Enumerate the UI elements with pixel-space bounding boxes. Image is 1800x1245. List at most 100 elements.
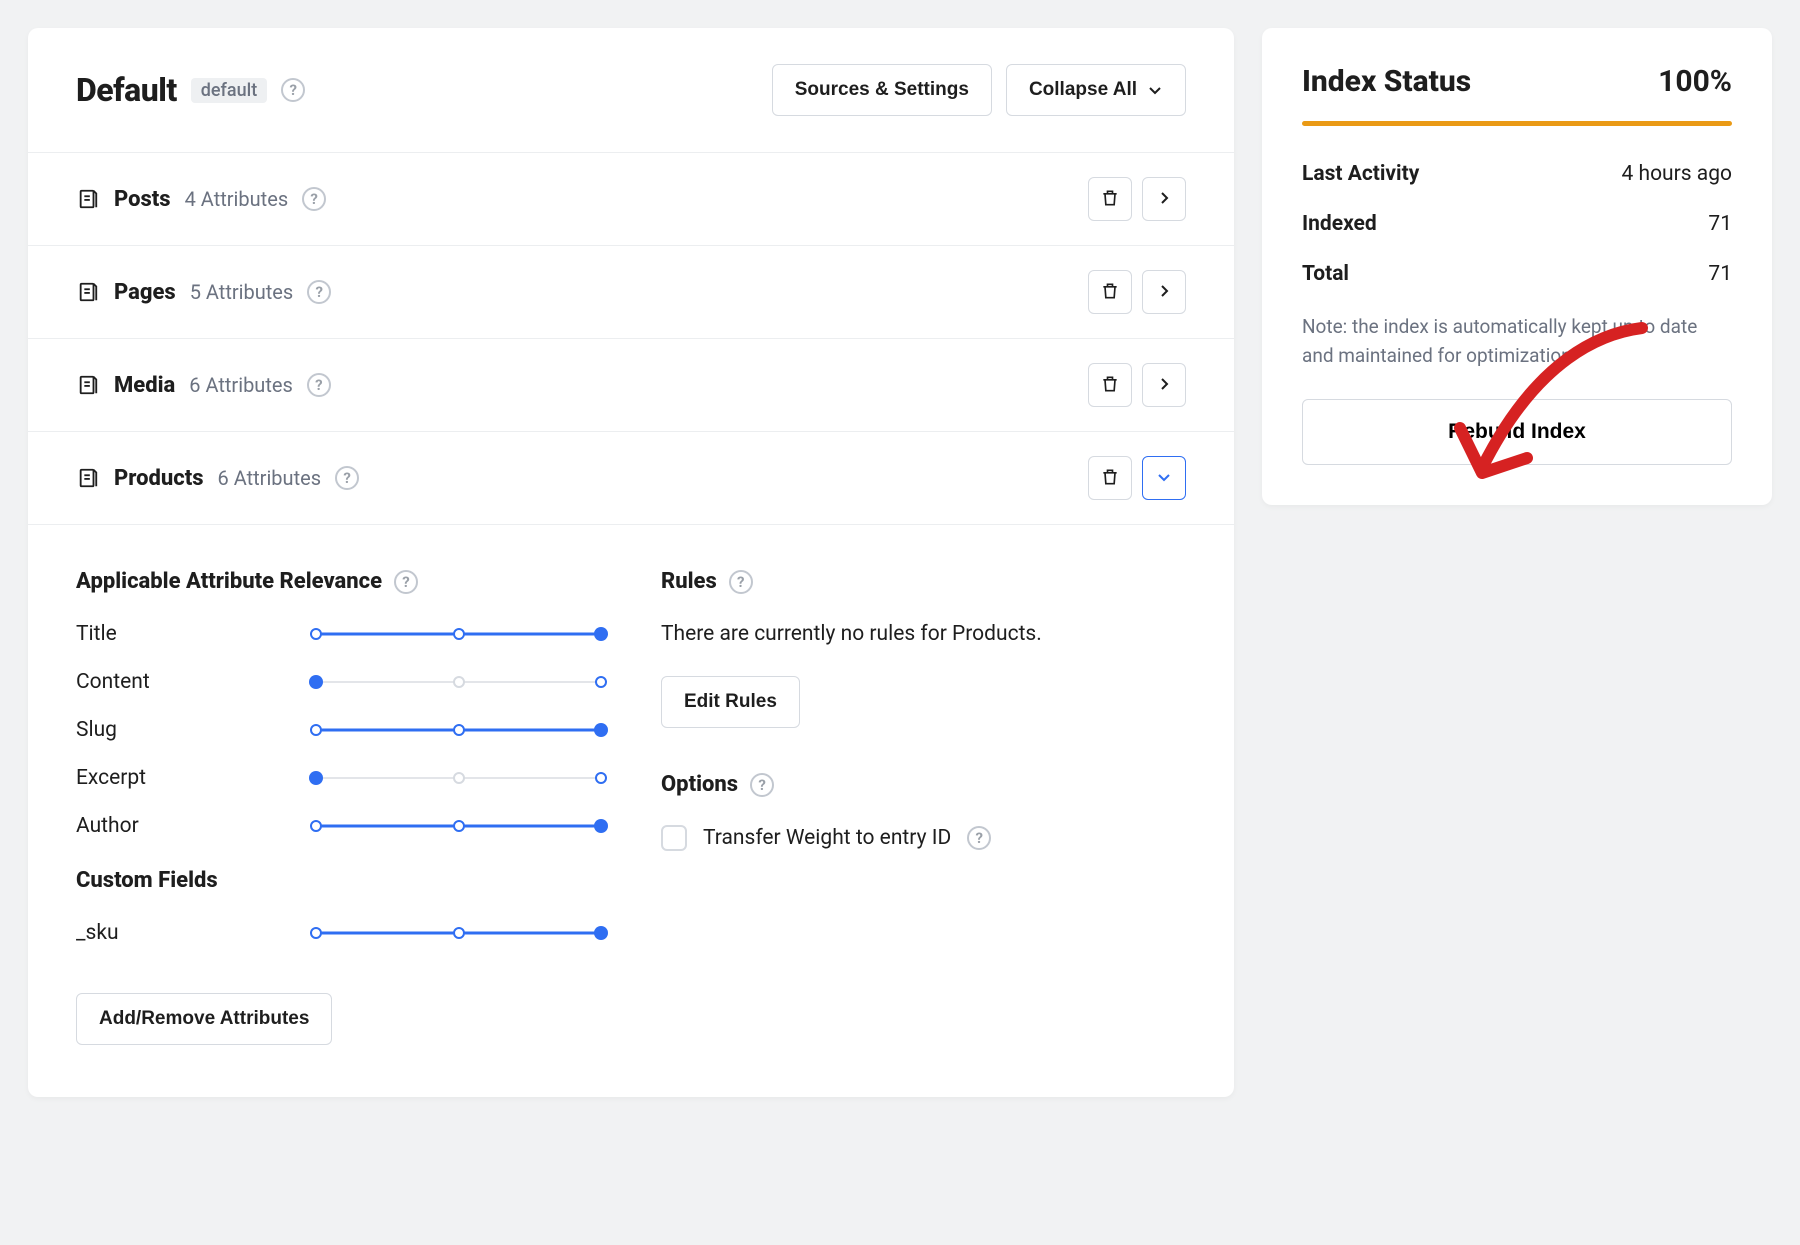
add-remove-attributes-button[interactable]: Add/Remove Attributes [76, 993, 332, 1045]
post-type-row: Media 6 Attributes [28, 339, 1234, 432]
index-status-card: Index Status 100% Last Activity 4 hours … [1262, 28, 1772, 505]
help-icon[interactable] [307, 280, 331, 304]
transfer-weight-row: Transfer Weight to entry ID [661, 825, 1186, 851]
sources-settings-button[interactable]: Sources & Settings [772, 64, 992, 116]
trash-icon [1100, 281, 1120, 304]
post-type-panel: Applicable Attribute Relevance Title Con… [28, 525, 1234, 1097]
rebuild-index-button[interactable]: Rebuild Index [1302, 399, 1732, 465]
attribute-label: Slug [76, 718, 296, 742]
post-type-meta: 6 Attributes [189, 373, 293, 397]
edit-rules-button[interactable]: Edit Rules [661, 676, 800, 728]
index-status-header: Index Status 100% [1302, 64, 1732, 99]
engine-header: Default default Sources & Settings Colla… [28, 28, 1234, 153]
attribute-row: Title [76, 622, 601, 646]
delete-button[interactable] [1088, 177, 1132, 221]
chevron-down-icon [1147, 82, 1163, 98]
status-value: 4 hours ago [1622, 162, 1733, 186]
rules-empty-text: There are currently no rules for Product… [661, 622, 1186, 646]
status-value: 71 [1708, 212, 1732, 236]
trash-icon [1100, 467, 1120, 490]
index-status-title: Index Status [1302, 64, 1471, 99]
sources-settings-label: Sources & Settings [795, 79, 969, 101]
rules-column: Rules There are currently no rules for P… [661, 569, 1186, 1045]
post-type-icon [76, 466, 100, 490]
relevance-column: Applicable Attribute Relevance Title Con… [76, 569, 601, 1045]
edit-rules-label: Edit Rules [684, 691, 777, 713]
delete-button[interactable] [1088, 270, 1132, 314]
index-status-note: Note: the index is automatically kept up… [1302, 312, 1732, 371]
status-key: Indexed [1302, 212, 1377, 236]
engine-title-wrap: Default default [76, 71, 305, 109]
post-type-row: Products 6 Attributes [28, 432, 1234, 525]
help-icon[interactable] [335, 466, 359, 490]
toggle-button[interactable] [1142, 456, 1186, 500]
status-value: 71 [1708, 262, 1732, 286]
post-type-name: Pages [114, 280, 176, 305]
post-type-meta: 5 Attributes [190, 280, 294, 304]
help-icon[interactable] [394, 570, 418, 594]
engine-header-actions: Sources & Settings Collapse All [772, 64, 1186, 116]
delete-button[interactable] [1088, 456, 1132, 500]
relevance-slider[interactable] [316, 768, 601, 788]
toggle-button[interactable] [1142, 270, 1186, 314]
help-icon[interactable] [302, 187, 326, 211]
post-type-icon [76, 280, 100, 304]
collapse-all-label: Collapse All [1029, 79, 1137, 101]
status-row: Last Activity 4 hours ago [1302, 162, 1732, 186]
post-type-row: Pages 5 Attributes [28, 246, 1234, 339]
index-status-progress [1302, 121, 1732, 126]
help-icon[interactable] [281, 78, 305, 102]
toggle-button[interactable] [1142, 177, 1186, 221]
status-row: Total 71 [1302, 262, 1732, 286]
trash-icon [1100, 188, 1120, 211]
attribute-row: Content [76, 670, 601, 694]
relevance-heading: Applicable Attribute Relevance [76, 569, 601, 594]
index-status-percent: 100% [1658, 64, 1732, 99]
relevance-slider[interactable] [316, 816, 601, 836]
help-icon[interactable] [967, 826, 991, 850]
transfer-weight-label: Transfer Weight to entry ID [703, 826, 951, 850]
post-type-icon [76, 187, 100, 211]
toggle-button[interactable] [1142, 363, 1186, 407]
post-type-name: Media [114, 373, 175, 398]
trash-icon [1100, 374, 1120, 397]
chevron-down-icon [1156, 469, 1172, 488]
help-icon[interactable] [750, 773, 774, 797]
chevron-right-icon [1156, 190, 1172, 209]
engine-tag: default [191, 78, 267, 103]
attribute-label: Excerpt [76, 766, 296, 790]
status-key: Total [1302, 262, 1349, 286]
post-type-name: Posts [114, 187, 171, 212]
help-icon[interactable] [729, 570, 753, 594]
relevance-slider[interactable] [316, 624, 601, 644]
transfer-weight-checkbox[interactable] [661, 825, 687, 851]
attribute-row: Excerpt [76, 766, 601, 790]
attribute-row: _sku [76, 921, 601, 945]
attribute-label: Author [76, 814, 296, 838]
engine-card: Default default Sources & Settings Colla… [28, 28, 1234, 1097]
relevance-slider[interactable] [316, 672, 601, 692]
custom-fields-heading: Custom Fields [76, 868, 601, 893]
help-icon[interactable] [307, 373, 331, 397]
attribute-label: Title [76, 622, 296, 646]
post-type-name: Products [114, 466, 204, 491]
attribute-label: _sku [76, 921, 296, 945]
rebuild-index-label: Rebuild Index [1448, 420, 1586, 443]
relevance-slider[interactable] [316, 923, 601, 943]
post-type-icon [76, 373, 100, 397]
chevron-right-icon [1156, 283, 1172, 302]
post-type-meta: 4 Attributes [185, 187, 289, 211]
rules-heading: Rules [661, 569, 1186, 594]
attribute-row: Slug [76, 718, 601, 742]
engine-title: Default [76, 71, 177, 109]
collapse-all-button[interactable]: Collapse All [1006, 64, 1186, 116]
relevance-slider[interactable] [316, 720, 601, 740]
add-remove-attributes-label: Add/Remove Attributes [99, 1008, 309, 1030]
attribute-label: Content [76, 670, 296, 694]
post-type-row: Posts 4 Attributes [28, 153, 1234, 246]
status-key: Last Activity [1302, 162, 1419, 186]
post-type-meta: 6 Attributes [218, 466, 322, 490]
delete-button[interactable] [1088, 363, 1132, 407]
attribute-row: Author [76, 814, 601, 838]
chevron-right-icon [1156, 376, 1172, 395]
